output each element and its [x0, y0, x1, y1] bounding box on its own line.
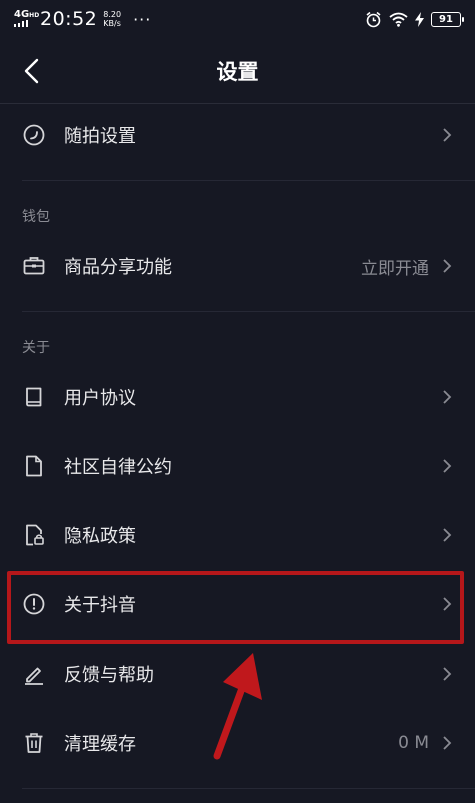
battery-indicator: 91 — [431, 11, 464, 27]
product-share-value: 立即开通 — [361, 258, 429, 279]
book-icon — [26, 387, 42, 407]
settings-row-user-agreement[interactable]: 用户协议 — [0, 366, 475, 428]
charging-icon — [415, 11, 424, 27]
feedback-help-label: 反馈与帮助 — [64, 665, 154, 686]
clock: 20:52 — [40, 8, 98, 30]
status-bar: 4GHD 20:52 8.20 KB/s ··· 91 — [0, 0, 475, 38]
settings-row-product-share[interactable]: 商品分享功能 立即开通 — [0, 235, 475, 297]
network-indicator: 4GHD — [14, 9, 39, 29]
suipai-icon — [23, 124, 45, 146]
pencil-icon — [25, 667, 43, 685]
more-notifications-icon: ··· — [133, 9, 152, 29]
settings-row-feedback-help[interactable]: 反馈与帮助 — [0, 643, 475, 705]
cache-size-value: 0 M — [398, 733, 429, 753]
chevron-right-icon — [443, 128, 452, 142]
chevron-right-icon — [443, 459, 452, 473]
chevron-right-icon — [443, 259, 452, 273]
privacy-policy-label: 隐私政策 — [64, 526, 136, 547]
document-icon — [26, 455, 42, 477]
wifi-icon — [389, 12, 408, 27]
product-share-label: 商品分享功能 — [64, 257, 172, 278]
navigation-bar: 设置 — [0, 38, 475, 104]
settings-row-clear-cache[interactable]: 清理缓存 0 M — [0, 712, 475, 774]
section-header-about: 关于 — [22, 340, 50, 356]
trash-icon — [25, 733, 43, 753]
settings-row-privacy-policy[interactable]: 隐私政策 — [0, 504, 475, 566]
divider — [22, 311, 475, 312]
suipai-label: 随拍设置 — [64, 126, 136, 147]
highlight-box — [7, 571, 464, 644]
clear-cache-label: 清理缓存 — [64, 734, 136, 755]
back-arrow-icon[interactable] — [18, 56, 48, 86]
network-speed: 8.20 KB/s — [103, 10, 122, 28]
community-guidelines-label: 社区自律公约 — [64, 457, 172, 478]
user-agreement-label: 用户协议 — [64, 388, 136, 409]
chevron-right-icon — [443, 390, 452, 404]
settings-row-suipai[interactable]: 随拍设置 — [0, 104, 475, 166]
divider — [22, 788, 475, 789]
divider — [22, 180, 475, 181]
chevron-right-icon — [443, 667, 452, 681]
briefcase-icon — [23, 257, 45, 275]
chevron-right-icon — [443, 528, 452, 542]
document-lock-icon — [26, 524, 44, 546]
section-header-wallet: 钱包 — [22, 209, 50, 225]
alarm-icon — [366, 11, 381, 27]
page-title: 设置 — [216, 59, 259, 84]
chevron-right-icon — [443, 736, 452, 750]
settings-row-community-guidelines[interactable]: 社区自律公约 — [0, 435, 475, 497]
